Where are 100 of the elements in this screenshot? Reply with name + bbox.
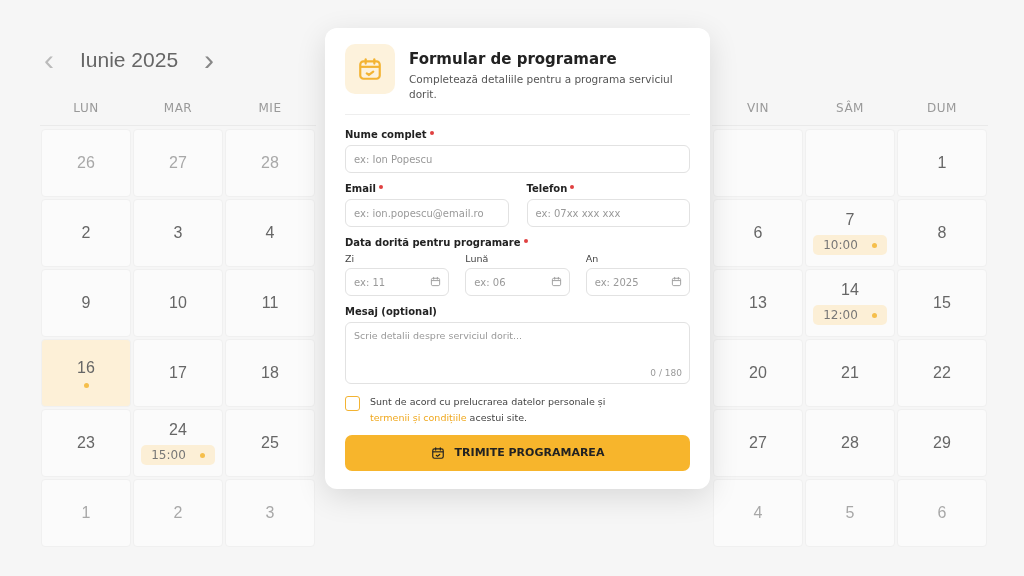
day-cell[interactable]: 21 xyxy=(805,339,895,407)
event-time: 10:00 xyxy=(823,238,858,252)
day-cell[interactable]: 20 xyxy=(713,339,803,407)
day-number: 2 xyxy=(81,224,91,242)
field-label: Zi xyxy=(345,253,356,265)
event-dot xyxy=(871,312,877,318)
day-cell[interactable]: 4 xyxy=(225,199,315,267)
day-cell[interactable]: 23 xyxy=(41,409,131,477)
day-number: 9 xyxy=(81,294,91,312)
field-label: Email xyxy=(345,183,376,195)
day-cell[interactable]: 1 xyxy=(897,129,987,197)
day-cell[interactable]: 28 xyxy=(805,409,895,477)
event-time: 15:00 xyxy=(151,448,186,462)
day-number: 15 xyxy=(933,294,951,312)
day-cell[interactable]: 9 xyxy=(41,269,131,337)
input-field[interactable]: ex: ion.popescu@email.ro xyxy=(345,199,509,228)
consent-checkbox[interactable] xyxy=(345,396,360,412)
day-cell[interactable]: 3 xyxy=(133,199,223,267)
day-number: 27 xyxy=(169,154,187,172)
day-cell[interactable]: 16 xyxy=(41,339,131,407)
month-title: Iunie 2025 xyxy=(80,48,179,72)
day-cell[interactable]: 13 xyxy=(713,269,803,337)
day-number: 3 xyxy=(265,504,275,522)
day-cell[interactable]: 29 xyxy=(897,409,987,477)
calendar-icon xyxy=(430,276,442,288)
submit-button[interactable]: TRIMITE PROGRAMAREA xyxy=(345,434,690,471)
day-number: 11 xyxy=(261,294,279,312)
event-chip[interactable]: 12:00 xyxy=(813,305,887,325)
day-number: 3 xyxy=(173,224,183,242)
field-label: An xyxy=(585,253,600,265)
day-number: 20 xyxy=(749,364,767,382)
day-number: 2 xyxy=(173,504,183,522)
day-number: 29 xyxy=(933,434,951,452)
day-number: 8 xyxy=(937,224,947,242)
event-dot xyxy=(871,242,877,248)
input-field[interactable]: ex: 2025 xyxy=(585,268,690,297)
input-field[interactable]: ex: 06 xyxy=(465,268,570,297)
day-cell[interactable]: 25 xyxy=(225,409,315,477)
field-label: Telefon xyxy=(526,183,568,195)
calendar-icon xyxy=(430,445,445,460)
day-number: 28 xyxy=(841,434,859,452)
weekday-label: SÂM xyxy=(804,90,896,126)
weekday-label: DUM xyxy=(896,90,988,126)
field-label: Mesaj (optional) xyxy=(345,306,437,318)
day-number: 1 xyxy=(81,504,91,522)
day-number: 10 xyxy=(169,294,187,312)
day-number: 14 xyxy=(841,281,859,299)
input-field[interactable]: ex: 11 xyxy=(345,268,450,297)
day-cell[interactable]: 14 12:00 xyxy=(805,269,895,337)
day-cell[interactable]: 7 10:00 xyxy=(805,199,895,267)
day-number: 6 xyxy=(937,504,947,522)
day-number: 17 xyxy=(169,364,187,382)
day-cell[interactable]: 15 xyxy=(897,269,987,337)
weekday-label: VIN xyxy=(712,90,804,126)
day-number: 4 xyxy=(265,224,275,242)
day-number: 4 xyxy=(753,504,763,522)
day-number: 18 xyxy=(261,364,279,382)
field-label: Data dorită pentru programare xyxy=(345,237,521,249)
event-chip[interactable]: 10:00 xyxy=(813,235,887,255)
day-number: 24 xyxy=(169,421,187,439)
day-cell[interactable]: 10 xyxy=(133,269,223,337)
character-counter: 0 / 180 xyxy=(650,368,682,379)
day-cell[interactable]: 8 xyxy=(897,199,987,267)
calendar-icon xyxy=(550,276,562,288)
input-field[interactable]: ex: Ion Popescu xyxy=(345,145,690,174)
day-number: 23 xyxy=(77,434,95,452)
day-number: 22 xyxy=(933,364,951,382)
form-title: Formular de programare xyxy=(409,50,618,68)
calendar-icon xyxy=(357,56,383,82)
form-subtitle: Completează detaliile pentru a programa serviciul dorit. xyxy=(409,72,674,103)
day-number: 26 xyxy=(77,154,95,172)
consent-text: Sunt de acord cu prelucrarea datelor personale și termenii și condițiile acestui site. xyxy=(370,395,607,425)
day-cell[interactable]: 27 xyxy=(713,409,803,477)
day-number: 16 xyxy=(77,358,95,377)
field-label: Nume complet xyxy=(345,129,427,141)
day-number: 1 xyxy=(937,154,947,172)
day-number: 6 xyxy=(753,224,763,242)
weekday-label: MIE xyxy=(224,90,316,126)
day-cell[interactable]: 18 xyxy=(225,339,315,407)
day-cell[interactable]: 2 xyxy=(41,199,131,267)
weekday-label: MAR xyxy=(132,90,224,126)
weekday-label: LUN xyxy=(40,90,132,126)
day-cell[interactable]: 22 xyxy=(897,339,987,407)
field-label: Lună xyxy=(465,253,490,265)
event-chip[interactable]: 15:00 xyxy=(141,445,215,465)
day-number: 28 xyxy=(261,154,279,172)
day-cell[interactable]: 17 xyxy=(133,339,223,407)
day-number: 27 xyxy=(749,434,767,452)
event-time: 12:00 xyxy=(823,308,858,322)
event-dot xyxy=(199,452,205,458)
day-cell[interactable]: 24 15:00 xyxy=(133,409,223,477)
day-number: 5 xyxy=(845,504,855,522)
day-number: 13 xyxy=(749,294,767,312)
input-field[interactable]: ex: 07xx xxx xxx xyxy=(526,199,690,228)
next-month-button[interactable]: › xyxy=(200,45,219,75)
day-number: 7 xyxy=(845,211,855,229)
day-number: 25 xyxy=(261,434,279,452)
calendar-icon xyxy=(671,276,682,288)
day-cell[interactable]: 6 xyxy=(713,199,803,267)
day-cell[interactable]: 11 xyxy=(225,269,315,337)
